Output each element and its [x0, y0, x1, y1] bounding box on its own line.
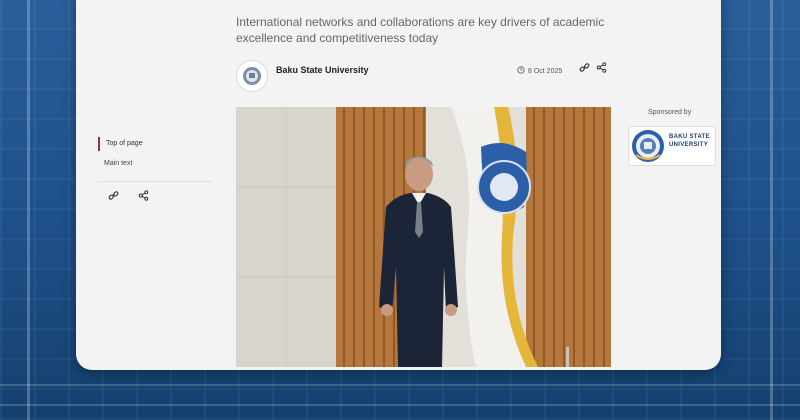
- date-text: 8 Oct 2025: [528, 67, 563, 75]
- background-band: [0, 404, 800, 406]
- share-icon: [596, 60, 607, 78]
- author-logo: [236, 60, 268, 92]
- sponsor-name: BAKU STATE UNIVERSITY: [669, 134, 710, 148]
- author-name[interactable]: Baku State University: [276, 65, 369, 75]
- background-band: [0, 384, 800, 386]
- background-pillar: [27, 0, 30, 420]
- article-card: International networks and collaboration…: [76, 0, 721, 370]
- share-icon: [138, 188, 149, 206]
- toc-divider: [98, 181, 212, 182]
- copy-link-button[interactable]: [577, 62, 591, 76]
- link-icon: [108, 188, 119, 206]
- article-photo: [236, 107, 611, 367]
- clock-icon: [517, 66, 525, 76]
- sponsor-label: Sponsored by: [648, 109, 692, 116]
- sponsor-logo[interactable]: BAKU STATE UNIVERSITY: [628, 126, 716, 166]
- table-of-contents: Top of page Main text: [98, 137, 212, 208]
- article-byline: Baku State University 8 Oct 2025: [236, 60, 608, 92]
- toc-actions: [98, 188, 212, 208]
- article-date: 8 Oct 2025: [517, 66, 562, 76]
- share-button[interactable]: [594, 62, 608, 76]
- background-pillar: [770, 0, 773, 420]
- link-icon: [579, 60, 590, 78]
- toc-item-main-text[interactable]: Main text: [98, 157, 212, 171]
- toc-item-top[interactable]: Top of page: [98, 137, 212, 151]
- share-button[interactable]: [136, 190, 150, 204]
- article-subtitle: International networks and collaboration…: [236, 15, 605, 45]
- copy-link-button[interactable]: [106, 190, 120, 204]
